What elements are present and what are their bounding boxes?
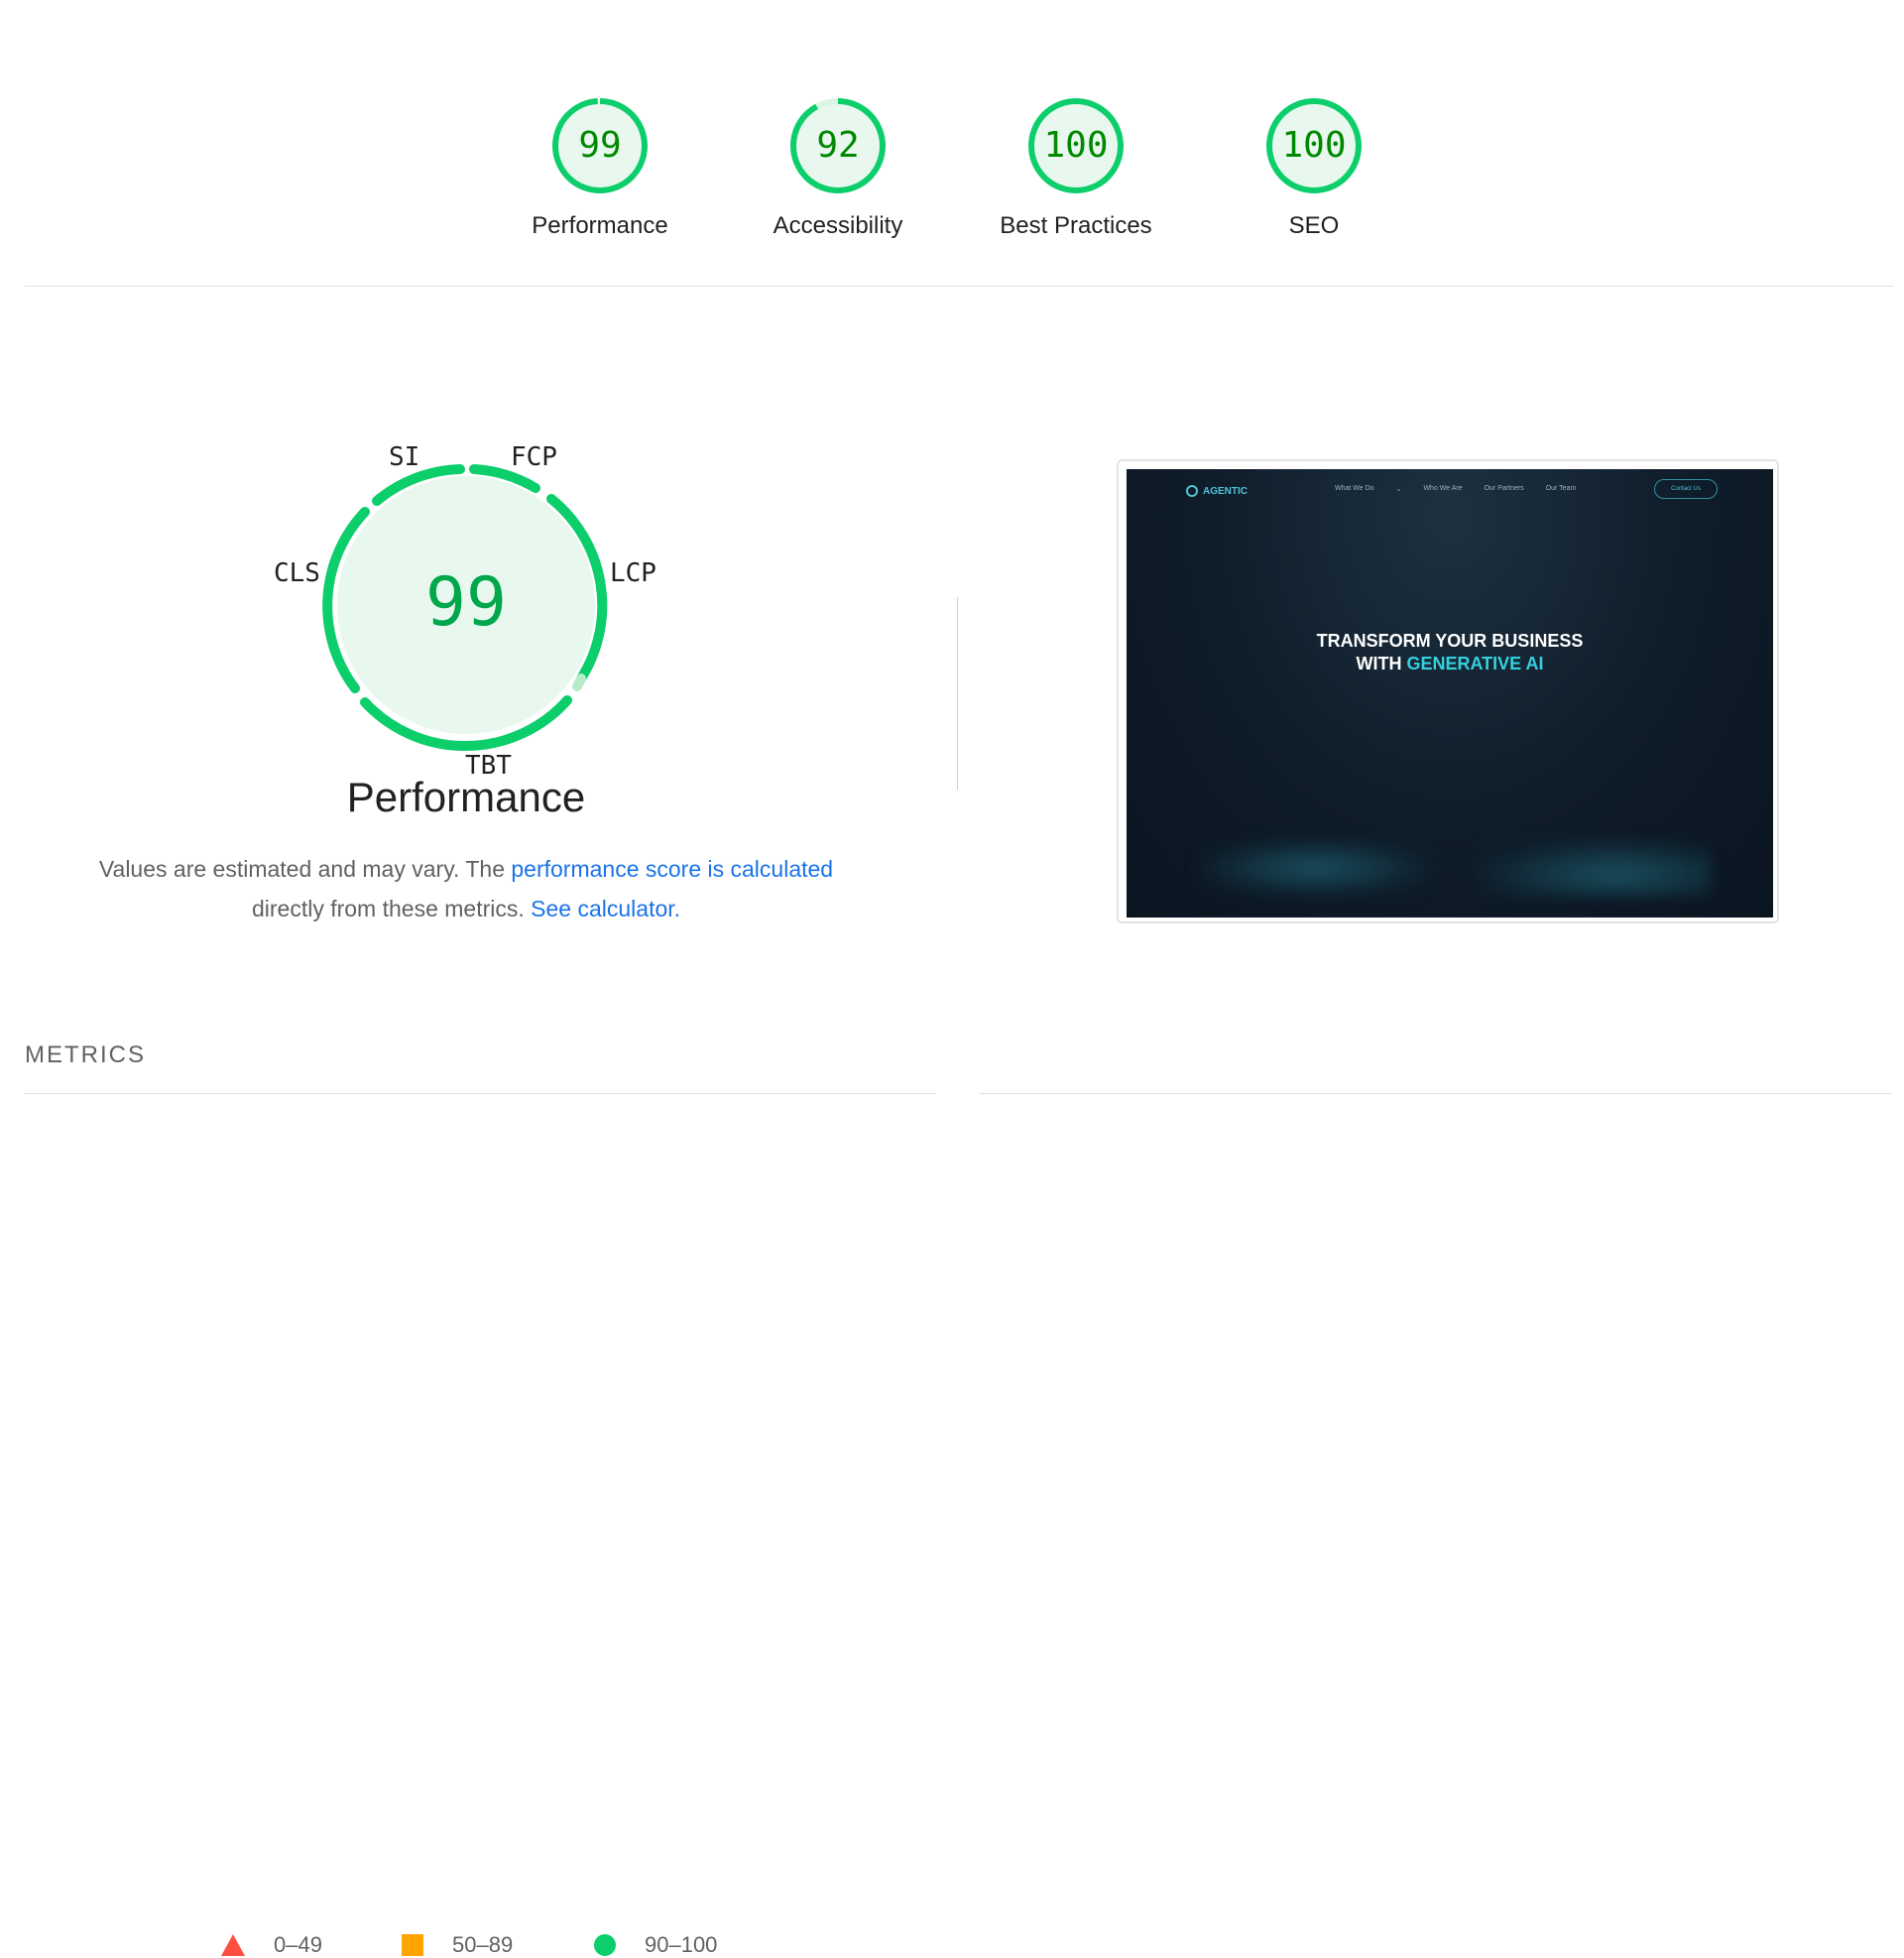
metric-label-lcp: LCP xyxy=(610,558,656,588)
metric-label-fcp: FCP xyxy=(511,442,557,472)
metrics-divider-right xyxy=(980,1093,1892,1094)
thumb-headline-prefix: WITH xyxy=(1356,654,1407,673)
section-divider xyxy=(25,286,1893,287)
gauge-best-practices[interactable]: 100 Best Practices xyxy=(977,95,1175,240)
logo-icon xyxy=(1186,485,1198,497)
gauge-score: 100 xyxy=(1281,125,1347,166)
chevron-down-icon: ⌄ xyxy=(1395,486,1402,493)
metric-label-cls: CLS xyxy=(274,558,320,588)
vertical-divider xyxy=(957,597,958,790)
gauge-label: SEO xyxy=(1288,212,1340,239)
thumb-logo-text: AGENTIC xyxy=(1203,485,1248,497)
legend-range: 0–49 xyxy=(274,1932,322,1957)
thumb-nav-item: What We Do xyxy=(1335,485,1374,492)
legend-range: 90–100 xyxy=(645,1932,718,1957)
thumb-headline-line1: TRANSFORM YOUR BUSINESS xyxy=(1316,631,1584,651)
description-text: Values are estimated and may vary. The xyxy=(98,856,512,882)
thumb-logo: AGENTIC xyxy=(1186,485,1248,497)
performance-score: 99 xyxy=(425,563,507,642)
score-calculated-link[interactable]: performance score is calculated xyxy=(511,856,833,882)
performance-description: Values are estimated and may vary. The p… xyxy=(60,849,873,928)
circle-icon xyxy=(594,1934,616,1956)
category-gauges: 99 Performance 92 Accessibility 100 Best… xyxy=(0,0,1904,288)
legend-range: 50–89 xyxy=(452,1932,514,1957)
legend-average: 50–89 xyxy=(401,1932,513,1958)
legend-pass: 90–100 xyxy=(593,1932,717,1958)
legend-fail: 0–49 xyxy=(220,1932,322,1958)
gauge-label: Best Practices xyxy=(1000,212,1152,239)
thumb-nav-item: Our Partners xyxy=(1484,485,1524,492)
see-calculator-link[interactable]: See calculator. xyxy=(531,896,680,921)
performance-title: Performance xyxy=(346,774,586,820)
thumb-card xyxy=(1196,838,1434,898)
metrics-header: METRICS xyxy=(25,1041,146,1068)
screenshot-image: AGENTIC What We Do ⌄ Who We Are Our Part… xyxy=(1127,469,1773,918)
gauge-accessibility[interactable]: 92 Accessibility xyxy=(739,95,937,240)
gauge-score: 99 xyxy=(578,125,622,166)
metric-label-si: SI xyxy=(389,442,420,472)
gauge-label: Accessibility xyxy=(773,212,903,239)
description-text-2: directly from these metrics. xyxy=(251,896,532,921)
thumb-headline-line2: WITH GENERATIVE AI xyxy=(1127,653,1773,675)
thumb-nav-item: Who We Are xyxy=(1423,485,1463,492)
thumb-headline: TRANSFORM YOUR BUSINESS WITH GENERATIVE … xyxy=(1127,630,1773,675)
gauge-score: 100 xyxy=(1043,125,1109,166)
thumb-card xyxy=(1474,838,1712,898)
gauge-score: 92 xyxy=(816,125,860,166)
thumb-nav: What We Do ⌄ Who We Are Our Partners Our… xyxy=(1335,485,1576,493)
gauge-label: Performance xyxy=(532,212,668,239)
metrics-divider-left xyxy=(25,1093,935,1094)
thumb-nav-item: Our Team xyxy=(1545,485,1577,492)
gauge-seo[interactable]: 100 SEO xyxy=(1215,95,1413,240)
final-screenshot[interactable]: AGENTIC What We Do ⌄ Who We Are Our Part… xyxy=(1117,459,1779,923)
thumb-headline-accent: GENERATIVE AI xyxy=(1406,654,1544,673)
thumb-contact-button: Contact Us xyxy=(1654,479,1718,499)
gauge-performance[interactable]: 99 Performance xyxy=(501,95,699,240)
square-icon xyxy=(402,1934,423,1956)
triangle-icon xyxy=(221,1934,245,1956)
gauge-segment-lcp-remainder xyxy=(572,673,586,691)
